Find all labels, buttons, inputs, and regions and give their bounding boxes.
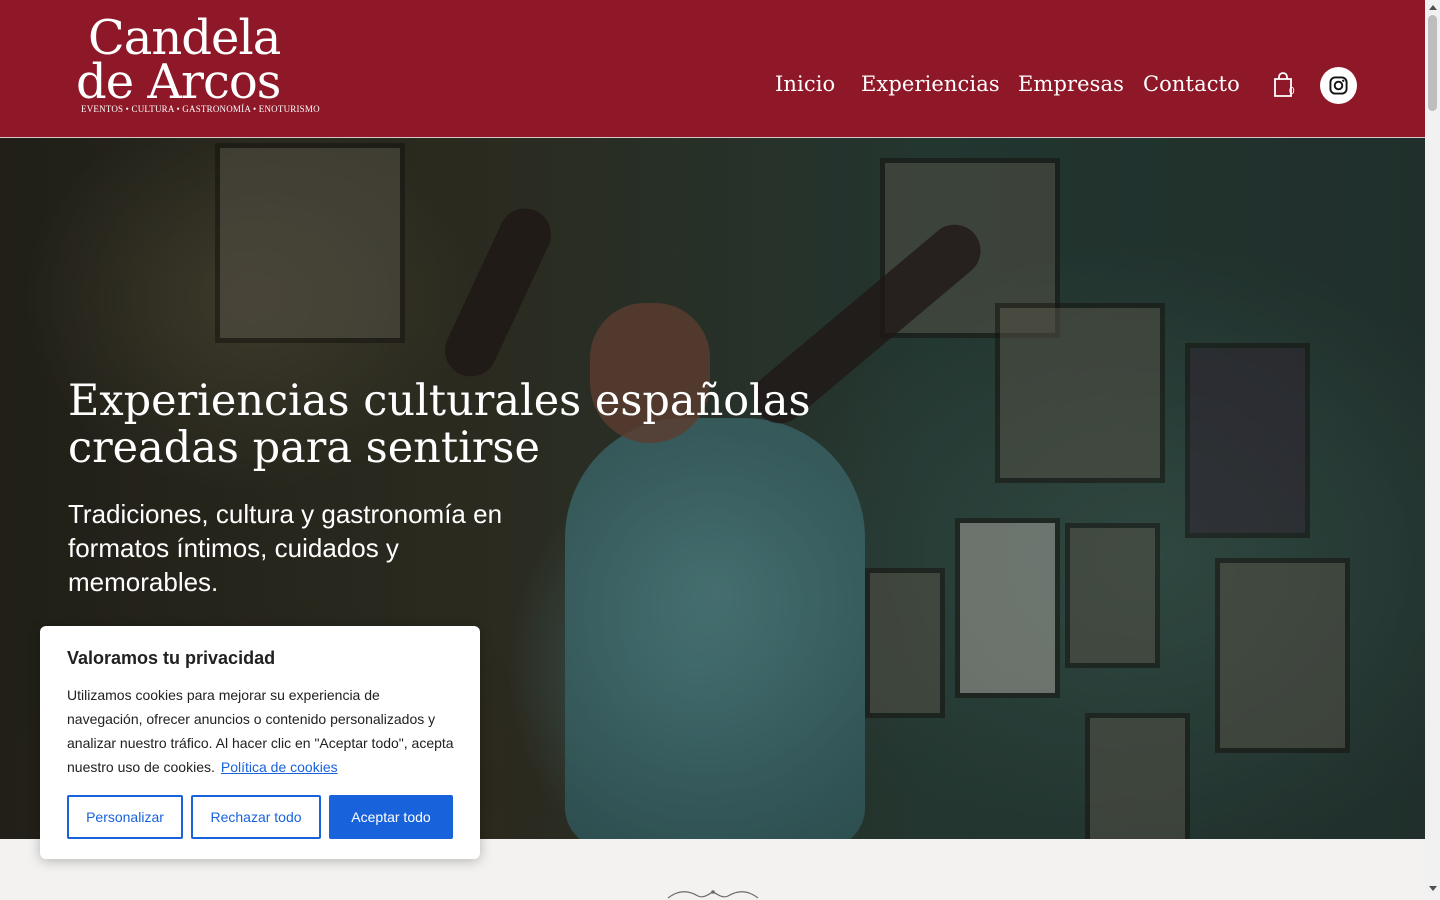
nav-item-empresas[interactable]: Empresas — [1018, 72, 1124, 96]
site-logo[interactable]: Candela de Arcos EVENTOS • CULTURA • GAS… — [76, 12, 320, 120]
accept-all-button[interactable]: Aceptar todo — [329, 795, 453, 839]
nav-item-experiencias[interactable]: Experiencias — [861, 72, 1000, 96]
cookie-description: Utilizamos cookies para mejorar su exper… — [67, 683, 459, 779]
logo-tagline: EVENTOS • CULTURA • GASTRONOMÍA • ENOTUR… — [81, 104, 320, 114]
page-scrollbar[interactable] — [1425, 0, 1440, 900]
hero-title: Experiencias culturales españolas creada… — [68, 376, 811, 473]
scroll-up-arrow-icon[interactable] — [1429, 5, 1437, 10]
hero-subtitle: Tradiciones, cultura y gastronomía en fo… — [68, 499, 503, 597]
scroll-down-arrow-icon[interactable] — [1429, 886, 1437, 891]
logo-line-2: de Arcos — [76, 54, 281, 110]
instagram-icon — [1329, 76, 1348, 95]
cookie-consent-dialog: Valoramos tu privacidad Utilizamos cooki… — [40, 626, 480, 859]
site-header: Candela de Arcos EVENTOS • CULTURA • GAS… — [0, 0, 1425, 138]
instagram-link[interactable] — [1320, 67, 1357, 104]
cart-button[interactable]: 0 — [1272, 72, 1300, 100]
cookie-title: Valoramos tu privacidad — [67, 648, 276, 668]
reject-all-button[interactable]: Rechazar todo — [191, 795, 321, 839]
cookie-policy-link[interactable]: Política de cookies — [221, 759, 338, 775]
cart-count: 0 — [1289, 86, 1295, 97]
ornament-icon — [667, 890, 759, 899]
customize-button[interactable]: Personalizar — [67, 795, 183, 839]
nav-item-contacto[interactable]: Contacto — [1143, 72, 1240, 96]
nav-item-inicio[interactable]: Inicio — [775, 72, 835, 96]
scroll-thumb[interactable] — [1428, 15, 1437, 111]
